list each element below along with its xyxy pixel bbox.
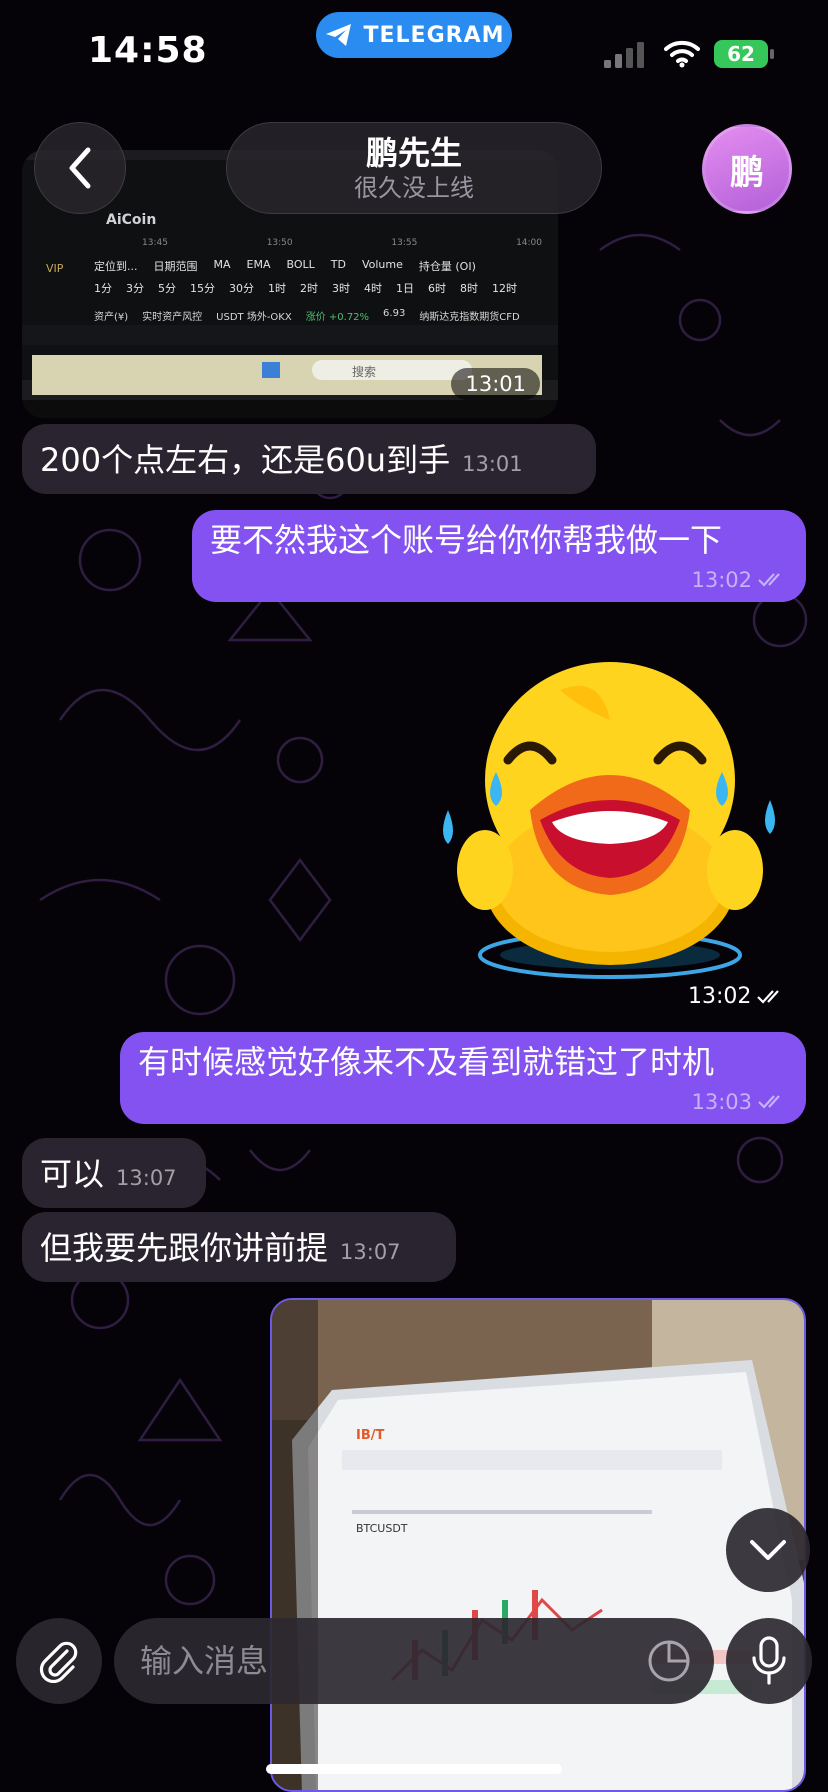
sticker-time: 13:02 [688,984,752,1009]
interval-item: 15分 [190,282,215,295]
toolbar-item: Volume [361,258,403,271]
sticker-meta: 13:02 [688,984,787,1009]
telegram-icon [325,24,351,46]
photo-top-time: 13:01 [451,368,540,400]
interval-item: 3分 [126,282,144,295]
message-time: 13:07 [116,1166,177,1190]
toolbar-item: MA [213,258,231,271]
message-input[interactable] [140,1638,620,1684]
microphone-button[interactable] [726,1618,812,1704]
interval-item: 4时 [364,282,382,295]
photo-top-toolbar: 定位到... 日期范围 MA EMA BOLL TD Volume 持仓量 (O… [94,258,554,274]
interval-item: 6时 [428,282,446,295]
row-item: 6.93 [383,308,406,319]
interval-item: 1时 [268,282,286,295]
interval-item: 1日 [396,282,414,295]
chevron-down-icon [750,1540,786,1560]
microphone-icon [752,1636,786,1685]
toolbar-item: 定位到... [94,260,138,273]
double-check-icon [758,1095,780,1109]
photo-top-times: 13:45 13:50 13:55 14:00 [142,238,542,248]
status-time: 14:58 [88,30,208,71]
photo-top-bottom-row: 资产(¥) 实时资产风控 USDT 场外-OKX 涨价 +0.72% 6.93 … [94,308,554,323]
row-item: USDT 场外-OKX [216,312,292,323]
interval-item: 1分 [94,282,112,295]
message-text: 可以 [40,1155,105,1193]
contact-status: 很久没上线 [354,174,474,202]
interval-item: 30分 [229,282,254,295]
attach-button[interactable] [16,1618,102,1704]
scroll-down-button[interactable] [726,1508,810,1592]
message-time: 13:01 [462,452,523,476]
toolbar-item: TD [330,258,346,271]
photo-top-vip: VIP [46,262,64,275]
interval-item: 3时 [332,282,350,295]
photo-bottom-brand: IB/T [356,1428,385,1443]
avatar[interactable]: 鹏 [702,124,792,214]
row-item: 涨价 +0.72% [305,312,370,323]
photo-top-search: 搜索 [352,365,377,379]
battery-tip [770,49,774,59]
row-item: 资产(¥) [94,312,129,323]
battery-icon: 62 [714,40,768,68]
message-text: 要不然我这个账号给你你帮我做一下 [210,521,723,559]
signal-icon [604,42,644,68]
toolbar-item: EMA [246,258,271,271]
photo-top-intervals: 1分 3分 5分 15分 30分 1时 2时 3时 4时 1日 6时 8时 12… [94,280,554,296]
status-bar: 14:58 TELEGRAM 62 [0,0,828,110]
photo-bottom-pair: BTCUSDT [356,1522,408,1535]
interval-item: 8时 [460,282,478,295]
message-text: 但我要先跟你讲前提 [40,1229,329,1267]
chat-title[interactable]: 鹏先生 很久没上线 [226,122,602,214]
message-text: 200个点左右，还是60u到手 [40,441,451,479]
message-bubble-outgoing[interactable]: 有时候感觉好像来不及看到就错过了时机 13:03 [120,1032,806,1124]
contact-name: 鹏先生 [365,134,462,172]
home-indicator [266,1764,562,1774]
wifi-icon [664,40,700,68]
message-bubble-outgoing[interactable]: 要不然我这个账号给你你帮我做一下 13:02 [192,510,806,602]
time-label: 13:45 [142,238,168,248]
telegram-pill-label: TELEGRAM [363,22,505,48]
message-time: 13:03 [691,1090,752,1114]
paperclip-icon [39,1641,78,1683]
interval-item: 12时 [492,282,517,295]
telegram-pill[interactable]: TELEGRAM [316,12,512,58]
battery-level: 62 [727,42,755,66]
avatar-initial: 鹏 [730,152,764,193]
message-bubble-incoming[interactable]: 200个点左右，还是60u到手 13:01 [22,424,596,494]
chevron-left-icon [69,147,91,189]
message-text: 有时候感觉好像来不及看到就错过了时机 [138,1043,715,1081]
message-time: 13:02 [691,568,752,592]
double-check-icon [757,989,780,1004]
duck-sticker[interactable] [430,660,790,990]
double-check-icon [758,573,780,587]
message-input-bar[interactable] [114,1618,714,1704]
message-bubble-incoming[interactable]: 但我要先跟你讲前提 13:07 [22,1212,456,1282]
message-meta: 13:03 [691,1090,788,1114]
message-bubble-incoming[interactable]: 可以 13:07 [22,1138,206,1208]
row-item: 实时资产风控 [142,312,203,323]
toolbar-item: BOLL [286,258,315,271]
back-button[interactable] [34,122,126,214]
toolbar-item: 持仓量 (OI) [418,260,476,273]
toolbar-item: 日期范围 [153,260,198,273]
message-time: 13:07 [340,1240,401,1264]
interval-item: 2时 [300,282,318,295]
time-label: 13:50 [266,238,293,248]
time-label: 13:55 [391,238,418,248]
time-label: 14:00 [516,238,542,248]
message-meta: 13:02 [691,568,788,592]
row-item: 纳斯达克指数期货CFD [419,312,520,323]
sticker-icon[interactable] [644,1636,694,1686]
photo-top-brand: AiCoin [106,212,157,228]
interval-item: 5分 [158,282,176,295]
